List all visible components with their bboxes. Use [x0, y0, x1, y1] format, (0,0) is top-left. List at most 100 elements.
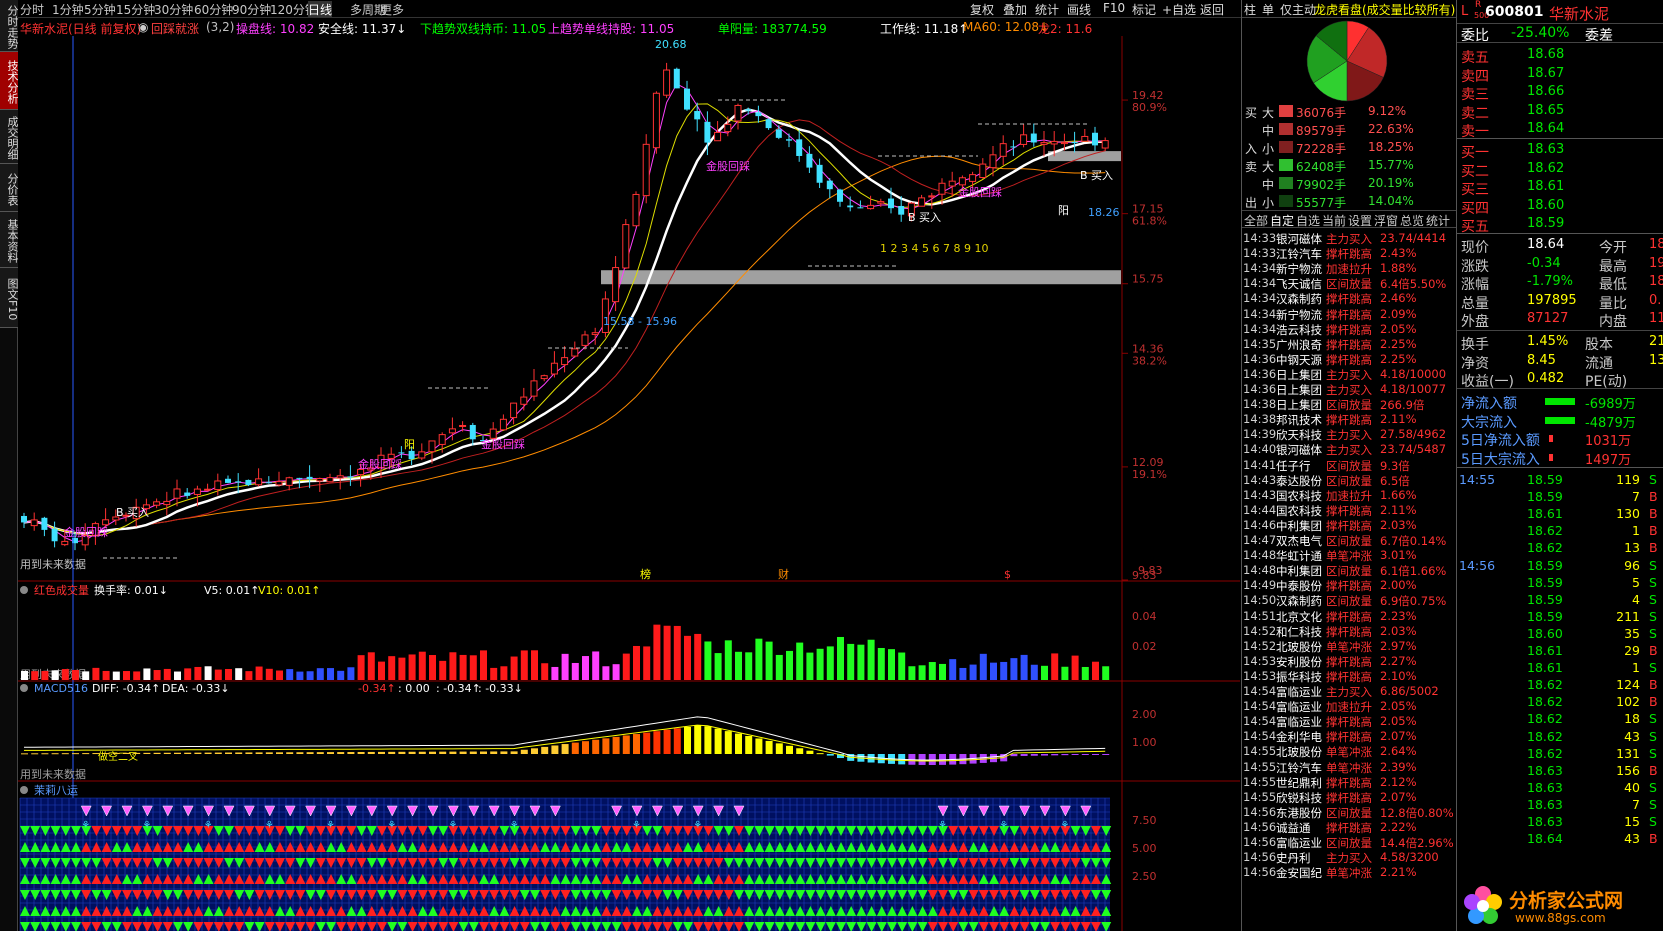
alert-value: 23.74/5487 — [1380, 442, 1447, 457]
alert-row[interactable]: 14:54 富临运业 主力买入 6.86/5002 — [1242, 683, 1457, 699]
yang-label: 阳 — [1058, 204, 1069, 217]
alert-row[interactable]: 14:38 日上集团 区间放量 266.9倍 — [1242, 396, 1457, 412]
panel-tab-0[interactable]: 柱 — [1244, 1, 1256, 18]
period-tab-0[interactable]: 分时 — [20, 1, 44, 18]
left-tab-0[interactable]: 分时走势 — [0, 0, 19, 52]
alert-row[interactable]: 14:48 中利集团 区间放量 6.1倍1.66% — [1242, 562, 1457, 578]
alert-row[interactable]: 14:44 国农科技 撑杆跳高 2.11% — [1242, 502, 1457, 518]
macd-bar — [765, 740, 773, 754]
macd-bar — [347, 752, 355, 754]
alert-row[interactable]: 14:40 银河磁体 主力买入 23.74/5487 — [1242, 441, 1457, 457]
alert-row[interactable]: 14:43 国农科技 加速拉升 1.66% — [1242, 487, 1457, 503]
period-tab-2[interactable]: 5分钟 — [84, 1, 116, 18]
toolbar-3[interactable]: 画线 — [1067, 1, 1091, 18]
alert-row[interactable]: 14:46 中利集团 撑杆跳高 2.03% — [1242, 517, 1457, 533]
toolbar-0[interactable]: 复权 — [970, 1, 994, 18]
alert-row[interactable]: 14:56 金安国纪 单笔冲涨 2.21% — [1242, 864, 1457, 880]
alert-row[interactable]: 14:55 江铃汽车 单笔冲涨 2.39% — [1242, 759, 1457, 775]
period-tab-8[interactable]: 日线 — [308, 1, 333, 18]
alert-row[interactable]: 14:53 振华科技 撑杆跳高 2.10% — [1242, 668, 1457, 684]
alert-row[interactable]: 14:55 北玻股份 单笔冲涨 2.64% — [1242, 743, 1457, 759]
toolbar-4[interactable]: F10 — [1103, 1, 1125, 15]
alert-row[interactable]: 14:47 双杰电气 区间放量 6.7倍0.14% — [1242, 532, 1457, 548]
period-tab-6[interactable]: 90分钟 — [232, 1, 271, 18]
alert-row[interactable]: 14:34 汉森制药 撑杆跳高 2.46% — [1242, 290, 1457, 306]
alert-tab-6[interactable]: 总览 — [1400, 212, 1424, 229]
panel-tab-2[interactable]: 仅主动 — [1280, 1, 1316, 18]
price-chart[interactable]: 19.4280.9%17.1561.8%15.7514.3638.2%12.09… — [18, 18, 1240, 931]
alert-row[interactable]: 14:54 富临运业 撑杆跳高 2.05% — [1242, 713, 1457, 729]
alert-row[interactable]: 14:55 世纪鼎利 撑杆跳高 2.12% — [1242, 774, 1457, 790]
candle-body — [969, 174, 977, 182]
period-tab-5[interactable]: 60分钟 — [194, 1, 233, 18]
alert-row[interactable]: 14:33 江铃汽车 撑杆跳高 2.43% — [1242, 245, 1457, 261]
panel-tab-1[interactable]: 单 — [1262, 1, 1274, 18]
alert-row[interactable]: 14:36 中钢天源 撑杆跳高 2.25% — [1242, 351, 1457, 367]
alert-row[interactable]: 14:39 欣天科技 主力买入 27.58/4962 — [1242, 426, 1457, 442]
left-tab-4[interactable]: 基本资料 — [0, 212, 19, 268]
stat-row: 涨幅 -1.79% 最低 18 — [1457, 273, 1663, 293]
period-tab-10[interactable]: 更多 — [380, 1, 404, 18]
alert-row[interactable]: 14:38 邦讯技术 撑杆跳高 2.11% — [1242, 411, 1457, 427]
toolbar-5[interactable]: 标记 — [1132, 1, 1156, 18]
period-tab-1[interactable]: 1分钟 — [52, 1, 84, 18]
alert-tab-4[interactable]: 设置 — [1348, 212, 1372, 229]
alert-row[interactable]: 14:50 汉森制药 区间放量 6.9倍0.75% — [1242, 592, 1457, 608]
alert-row[interactable]: 14:36 日上集团 主力买入 4.18/10000 — [1242, 366, 1457, 382]
alert-row[interactable]: 14:49 中泰股份 撑杆跳高 2.00% — [1242, 577, 1457, 593]
alert-row[interactable]: 14:34 浩云科技 撑杆跳高 2.05% — [1242, 321, 1457, 337]
alert-tab-2[interactable]: 自选 — [1296, 212, 1320, 229]
alert-row[interactable]: 14:33 银河磁体 主力买入 23.74/4414 — [1242, 230, 1457, 246]
alert-row[interactable]: 14:52 和仁科技 撑杆跳高 2.03% — [1242, 623, 1457, 639]
alert-value: 2.46% — [1380, 291, 1417, 306]
alert-row[interactable]: 14:52 北玻股份 单笔冲涨 2.97% — [1242, 638, 1457, 654]
tick-price: 18.59 — [1527, 591, 1563, 607]
panel-tab-3[interactable]: 龙虎看盘(成交量比较所有) — [1314, 1, 1455, 18]
toolbar-6[interactable]: +自选 — [1162, 1, 1196, 18]
alert-tab-1[interactable]: 自定 — [1270, 212, 1294, 229]
butterfly-icon: ⚘ — [387, 820, 396, 831]
alert-row[interactable]: 14:56 富临运业 区间放量 14.4倍2.96% — [1242, 834, 1457, 850]
alert-row[interactable]: 14:56 东港股份 区间放量 12.8倍0.80% — [1242, 804, 1457, 820]
alert-row[interactable]: 14:34 新宁物流 加速拉升 1.88% — [1242, 260, 1457, 276]
period-tab-4[interactable]: 30分钟 — [154, 1, 193, 18]
alert-row[interactable]: 14:36 日上集团 主力买入 4.18/10077 — [1242, 381, 1457, 397]
alert-row[interactable]: 14:34 飞天诚信 区间放量 6.4倍5.50% — [1242, 275, 1457, 291]
alert-row[interactable]: 14:34 新宁物流 撑杆跳高 2.09% — [1242, 306, 1457, 322]
alert-row[interactable]: 14:43 泰达股份 区间放量 6.5倍 — [1242, 472, 1457, 488]
alert-row[interactable]: 14:56 诚益通 撑杆跳高 2.22% — [1242, 819, 1457, 835]
macd-bar — [235, 752, 243, 754]
alert-row[interactable]: 14:53 安利股份 撑杆跳高 2.27% — [1242, 653, 1457, 669]
alert-row[interactable]: 14:51 北京文化 撑杆跳高 2.23% — [1242, 608, 1457, 624]
alert-value: 2.10% — [1380, 668, 1417, 683]
candle-body — [958, 177, 966, 186]
left-tab-3[interactable]: 分价表 — [0, 164, 19, 212]
toolbar-2[interactable]: 统计 — [1035, 1, 1059, 18]
left-tab-1[interactable]: 技术分析 — [0, 52, 19, 110]
alert-row[interactable]: 14:41 任子行 区间放量 9.3倍 — [1242, 457, 1457, 473]
alert-time: 14:55 — [1243, 774, 1277, 789]
period-tab-3[interactable]: 15分钟 — [116, 1, 155, 18]
alert-row[interactable]: 14:55 欣锐科技 撑杆跳高 2.07% — [1242, 789, 1457, 805]
alert-row[interactable]: 14:35 广州浪奇 撑杆跳高 2.25% — [1242, 336, 1457, 352]
left-tab-2[interactable]: 成交明细 — [0, 110, 19, 164]
alert-tab-7[interactable]: 统计 — [1426, 212, 1450, 229]
alert-row[interactable]: 14:56 史丹利 主力买入 4.58/3200 — [1242, 849, 1457, 865]
alert-row[interactable]: 14:48 华虹计通 单笔冲涨 3.01% — [1242, 547, 1457, 563]
tick-volume: 7 — [1632, 489, 1640, 505]
macd-axis-label: 2.00 — [1132, 708, 1157, 721]
toolbar-7[interactable]: 返回 — [1200, 1, 1224, 18]
alert-tab-3[interactable]: 当前 — [1322, 212, 1346, 229]
alert-time: 14:34 — [1243, 276, 1277, 291]
volume-pane-collapse-icon[interactable] — [20, 586, 28, 594]
left-tab-5[interactable]: 图文F10 — [0, 268, 19, 328]
alert-tab-0[interactable]: 全部 — [1244, 212, 1268, 229]
alert-row[interactable]: 14:54 富临运业 加速拉升 2.05% — [1242, 698, 1457, 714]
alert-value: 2.03% — [1380, 623, 1417, 638]
macd-pane-collapse-icon[interactable] — [20, 684, 28, 692]
alert-row[interactable]: 14:54 金利华电 撑杆跳高 2.07% — [1242, 728, 1457, 744]
netflow-bar — [1545, 398, 1575, 405]
jasmine-pane-collapse-icon[interactable] — [20, 786, 28, 794]
toolbar-1[interactable]: 叠加 — [1003, 1, 1027, 18]
alert-tab-5[interactable]: 浮窗 — [1374, 212, 1398, 229]
